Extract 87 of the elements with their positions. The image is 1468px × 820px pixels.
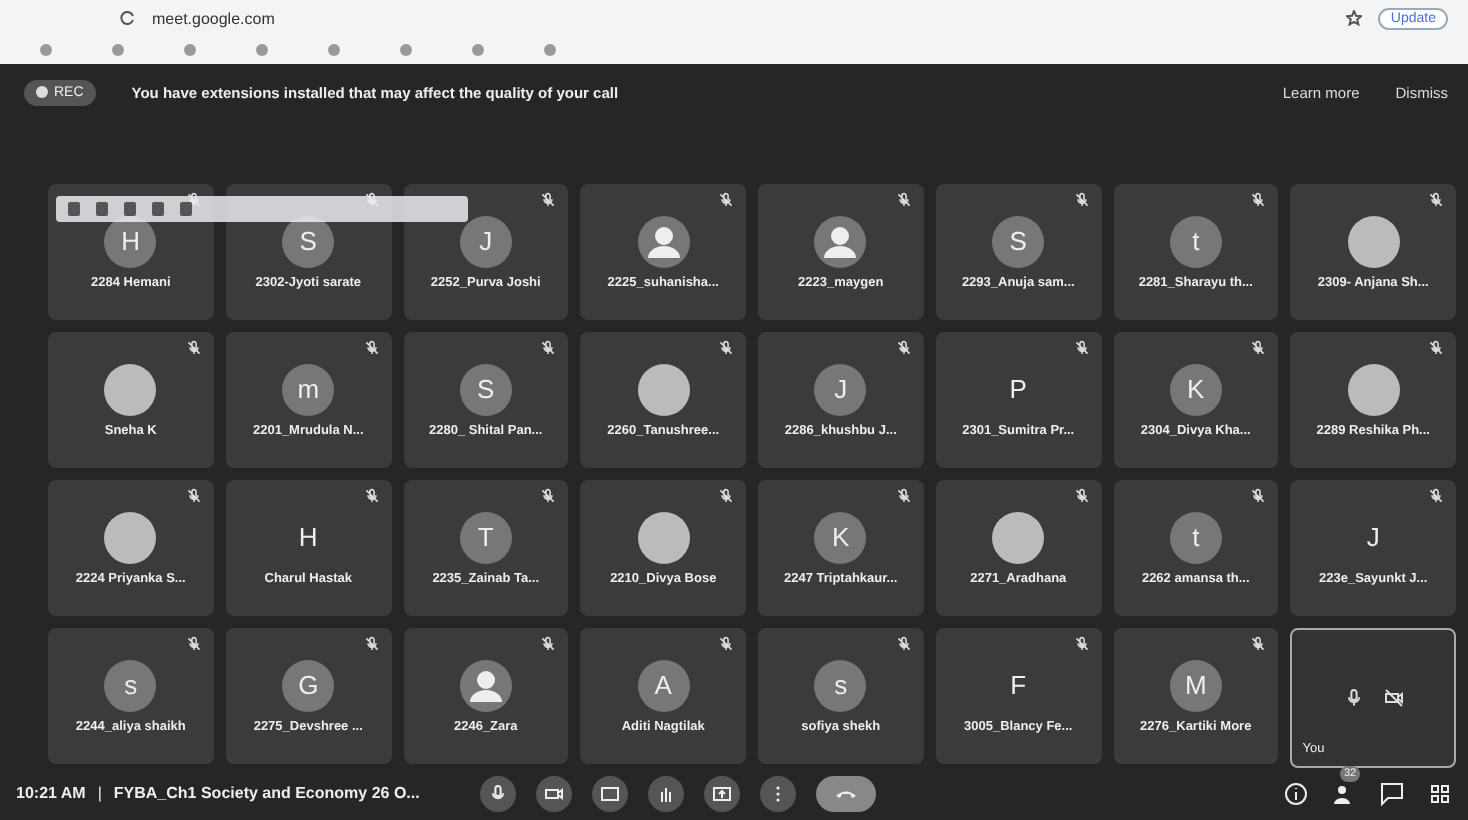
avatar-circle: A — [637, 659, 690, 711]
address-bar-url[interactable]: meet.google.com — [152, 9, 275, 27]
photo-placeholder — [104, 363, 157, 415]
mic-button[interactable] — [479, 775, 516, 811]
avatar-circle: K — [814, 511, 867, 563]
avatar-circle: G — [282, 659, 335, 711]
avatar-initial: P — [1007, 372, 1029, 408]
muted-mic-icon — [540, 488, 557, 504]
muted-mic-icon — [1428, 192, 1444, 208]
avatar-initial: F — [1008, 668, 1029, 704]
muted-mic-icon — [895, 636, 912, 652]
bookmark-icon[interactable] — [472, 44, 484, 56]
avatar-circle: m — [282, 363, 335, 415]
camera-off-icon[interactable] — [1383, 688, 1404, 708]
muted-mic-icon — [1428, 340, 1444, 356]
muted-mic-icon — [540, 636, 557, 652]
avatar-circle: J — [814, 363, 867, 415]
bookmark-icon[interactable] — [184, 44, 196, 56]
avatar-initial: J — [1364, 520, 1382, 556]
mic-icon[interactable] — [1343, 688, 1364, 708]
photo-placeholder — [992, 511, 1045, 563]
meeting-title: FYBA_Ch1 Society and Economy 26 O... — [113, 784, 420, 802]
present-button[interactable] — [703, 775, 740, 811]
present-icon — [711, 783, 732, 803]
avatar-circle: J — [459, 215, 512, 267]
avatar-circle: T — [459, 511, 512, 563]
muted-mic-icon — [1073, 488, 1089, 504]
muted-mic-icon — [718, 636, 734, 652]
muted-mic-icon — [363, 340, 379, 356]
avatar-initial: H — [296, 520, 320, 556]
photo-placeholder — [637, 363, 690, 415]
muted-mic-icon — [185, 488, 202, 504]
muted-mic-icon — [718, 192, 734, 208]
chat-icon[interactable] — [1380, 781, 1404, 805]
person-avatar-icon — [814, 215, 867, 267]
muted-mic-icon — [185, 340, 202, 356]
muted-mic-icon — [1250, 192, 1267, 208]
muted-mic-icon — [363, 636, 379, 652]
bookmark-icon[interactable] — [328, 44, 340, 56]
camera-icon — [543, 783, 564, 803]
info-icon[interactable] — [1284, 781, 1308, 805]
avatar-circle: S — [992, 215, 1045, 267]
people-button[interactable] — [1332, 781, 1356, 805]
muted-mic-icon — [718, 488, 734, 504]
bookmark-icon[interactable] — [256, 44, 268, 56]
bookmark-icon[interactable] — [40, 44, 52, 56]
photo-placeholder — [1347, 363, 1400, 415]
mic-icon — [487, 783, 508, 803]
muted-mic-icon — [1073, 340, 1089, 356]
avatar-circle: t — [1169, 511, 1222, 563]
muted-mic-icon — [363, 488, 379, 504]
meeting-time: 10:21 AM — [16, 784, 86, 802]
muted-mic-icon — [1250, 488, 1267, 504]
avatar-circle: S — [459, 363, 512, 415]
avatar-circle: s — [814, 659, 867, 711]
avatar-circle: K — [1169, 363, 1222, 415]
muted-mic-icon — [1250, 636, 1267, 652]
muted-mic-icon — [1428, 488, 1444, 504]
separator-text: | — [97, 784, 102, 802]
person-avatar-icon — [459, 659, 512, 711]
bookmark-icon[interactable] — [112, 44, 124, 56]
avatar-circle: s — [104, 659, 157, 711]
end-call-button[interactable] — [815, 775, 876, 811]
activities-icon[interactable] — [1428, 781, 1452, 805]
muted-mic-icon — [1073, 636, 1089, 652]
avatar-circle: M — [1169, 659, 1222, 711]
camera-button[interactable] — [535, 775, 572, 811]
bookmark-icon[interactable] — [544, 44, 556, 56]
star-icon[interactable] — [1346, 10, 1363, 26]
bookmark-icon[interactable] — [400, 44, 412, 56]
reload-icon[interactable] — [120, 10, 136, 26]
muted-mic-icon — [540, 340, 557, 356]
muted-mic-icon — [895, 488, 912, 504]
photo-placeholder — [637, 511, 690, 563]
avatar-circle: t — [1169, 215, 1222, 267]
photo-placeholder — [1347, 215, 1400, 267]
muted-mic-icon — [540, 192, 557, 208]
extension-toolbar[interactable] — [56, 196, 468, 222]
muted-mic-icon — [1073, 192, 1089, 208]
muted-mic-icon — [1250, 340, 1267, 356]
muted-mic-icon — [895, 192, 912, 208]
photo-placeholder — [104, 511, 157, 563]
muted-mic-icon — [185, 636, 202, 652]
more-options-button[interactable] — [759, 775, 796, 811]
muted-mic-icon — [895, 340, 912, 356]
muted-mic-icon — [718, 340, 734, 356]
person-avatar-icon — [637, 215, 690, 267]
